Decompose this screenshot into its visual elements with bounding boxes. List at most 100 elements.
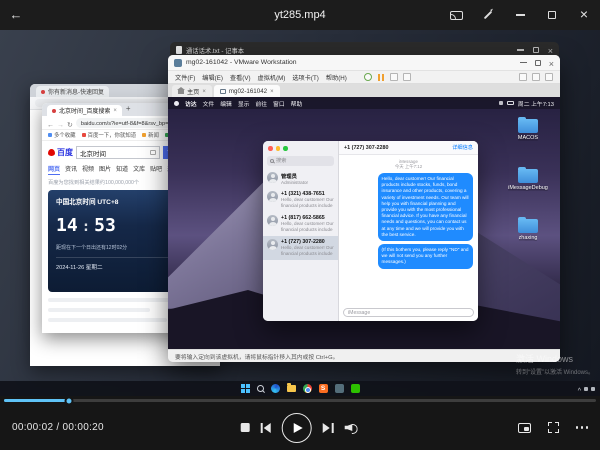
menu-edit[interactable]: 编辑(E): [202, 73, 223, 82]
nav-tab-image[interactable]: 图片: [99, 164, 111, 175]
bookmark-item[interactable]: 多个收藏: [48, 131, 76, 139]
tab-close-icon[interactable]: [202, 88, 206, 95]
revert-button[interactable]: [403, 73, 411, 81]
wechat-icon[interactable]: [351, 384, 360, 393]
edit-button[interactable]: [472, 0, 504, 30]
seek-thumb[interactable]: [65, 396, 74, 405]
menu-window[interactable]: 窗口: [273, 99, 285, 108]
browser-forward-icon[interactable]: [57, 114, 64, 132]
menu-help[interactable]: 帮助(H): [326, 73, 347, 82]
network-icon[interactable]: [584, 387, 588, 391]
back-button[interactable]: [0, 0, 32, 30]
volume-button[interactable]: [344, 422, 359, 434]
imessage-input[interactable]: iMessage: [343, 308, 474, 317]
maximize-button[interactable]: [536, 0, 568, 30]
menu-edit[interactable]: 编辑: [220, 99, 232, 108]
nav-tab-zhidao[interactable]: 知道: [116, 164, 128, 175]
sogou-input-icon[interactable]: S: [319, 384, 328, 393]
start-button[interactable]: [241, 384, 250, 393]
menu-vm[interactable]: 虚拟机(M): [258, 73, 286, 82]
seek-bar[interactable]: [0, 396, 600, 405]
messages-search-field[interactable]: 搜索: [267, 156, 334, 166]
vmware-home-tab[interactable]: 主页: [172, 85, 212, 97]
chrome-icon[interactable]: [303, 384, 312, 393]
suspend-button[interactable]: [377, 73, 385, 81]
previous-frame-button[interactable]: [261, 423, 271, 433]
file-explorer-icon[interactable]: [287, 385, 296, 392]
menu-file[interactable]: 文件: [203, 99, 215, 108]
minimize-icon[interactable]: [517, 49, 524, 51]
browser-back-icon[interactable]: [47, 114, 54, 132]
fullscreen-button[interactable]: [548, 422, 559, 433]
fullscreen-view-button[interactable]: [545, 73, 553, 81]
maximize-icon[interactable]: [533, 47, 539, 53]
minimize-icon[interactable]: [520, 62, 527, 64]
cast-button[interactable]: [440, 0, 472, 30]
console-view-button[interactable]: [519, 73, 527, 81]
volume-tray-icon[interactable]: [591, 387, 595, 391]
taskbar-search-icon[interactable]: [257, 385, 264, 392]
menu-view[interactable]: 显示: [238, 99, 250, 108]
vmware-taskbar-icon[interactable]: [335, 384, 344, 393]
nav-tab-wenku[interactable]: 文库: [133, 164, 145, 175]
finder-menu[interactable]: 访达: [185, 99, 197, 108]
maximize-icon[interactable]: [535, 60, 541, 66]
menu-go[interactable]: 前往: [255, 99, 267, 108]
result-skeleton: [48, 318, 167, 322]
wifi-icon[interactable]: [499, 101, 503, 105]
bookmark-item[interactable]: 百度一下，你就知道: [82, 131, 137, 139]
minimize-button[interactable]: [504, 0, 536, 30]
power-button[interactable]: [364, 73, 372, 81]
minimize-traffic-light[interactable]: [276, 146, 281, 151]
conversation-item[interactable]: +1 (817) 662-5865 Hello, dear customer! …: [263, 212, 338, 236]
conversation-item-selected[interactable]: +1 (727) 307-2280 Hello, dear customer! …: [263, 236, 338, 260]
mini-player-button[interactable]: [518, 423, 531, 433]
controls-row: 00:00:02 / 00:00:20: [0, 405, 600, 450]
vmware-window[interactable]: mg02-161042 - VMware Workstation 文件(F) 编…: [168, 55, 560, 362]
tab-close-icon[interactable]: [270, 88, 274, 95]
nav-tab-web[interactable]: 网页: [48, 164, 60, 175]
edge-icon[interactable]: [271, 384, 280, 393]
desktop-folder-imessagedebug[interactable]: iMessageDebug: [500, 169, 556, 191]
new-tab-button[interactable]: [126, 103, 131, 116]
desktop-folder-zhaxing[interactable]: zhaxing: [500, 219, 556, 241]
browser-reload-icon[interactable]: [67, 114, 73, 132]
stop-button[interactable]: [241, 423, 250, 432]
nav-tab-tieba[interactable]: 贴吧: [150, 164, 162, 175]
zoom-traffic-light[interactable]: [283, 146, 288, 151]
browser-back-tab[interactable]: 你有新消息-快速回复: [36, 86, 109, 97]
tray-expand-icon[interactable]: [578, 380, 581, 397]
close-button[interactable]: [568, 0, 600, 30]
messages-window[interactable]: 搜索 管理员 Administrator +1 (: [263, 141, 478, 321]
snapshot-button[interactable]: [390, 73, 398, 81]
menu-view[interactable]: 查看(V): [230, 73, 251, 82]
conversation-item[interactable]: +1 (321) 438-7651 Hello, dear customer! …: [263, 188, 338, 212]
desktop-folder-macos[interactable]: MACOS: [500, 119, 556, 141]
close-icon[interactable]: [549, 54, 554, 72]
apple-menu-icon[interactable]: [174, 101, 179, 106]
camera-search-icon[interactable]: [150, 150, 156, 155]
vmware-vm-tab[interactable]: mg02-161042: [214, 85, 280, 97]
menu-tabs[interactable]: 选项卡(T): [292, 73, 318, 82]
conversation-item[interactable]: 管理员 Administrator: [263, 169, 338, 189]
close-traffic-light[interactable]: [268, 146, 273, 151]
play-button[interactable]: [282, 413, 312, 443]
nav-tab-news[interactable]: 资讯: [65, 164, 77, 175]
messages-chat-pane: +1 (727) 307-2280 详细信息 iMessage 今天 上午7:1…: [339, 141, 478, 321]
seek-track[interactable]: [4, 399, 596, 402]
details-link[interactable]: 详细信息: [452, 144, 473, 151]
unity-view-button[interactable]: [532, 73, 540, 81]
tab-close-icon[interactable]: [113, 108, 117, 114]
vmware-title: mg02-161042 - VMware Workstation: [186, 59, 297, 66]
video-frame[interactable]: 你有新消息-快速回复 北京时间_百度搜索 baidu.com: [0, 30, 600, 396]
baidu-search-input[interactable]: 北京时间: [76, 146, 160, 159]
next-frame-button[interactable]: [323, 423, 333, 433]
macos-screen[interactable]: 访达 文件 编辑 显示 前往 窗口 帮助 周二 上午7:13: [168, 97, 560, 349]
baidu-logo[interactable]: 百度: [48, 147, 73, 158]
menubar-clock[interactable]: 周二 上午7:13: [518, 99, 554, 108]
menu-file[interactable]: 文件(F): [175, 73, 195, 82]
menu-help[interactable]: 帮助: [291, 99, 303, 108]
bookmark-item[interactable]: 新闻: [142, 131, 159, 139]
nav-tab-video[interactable]: 视频: [82, 164, 94, 175]
more-options-button[interactable]: [576, 426, 589, 429]
